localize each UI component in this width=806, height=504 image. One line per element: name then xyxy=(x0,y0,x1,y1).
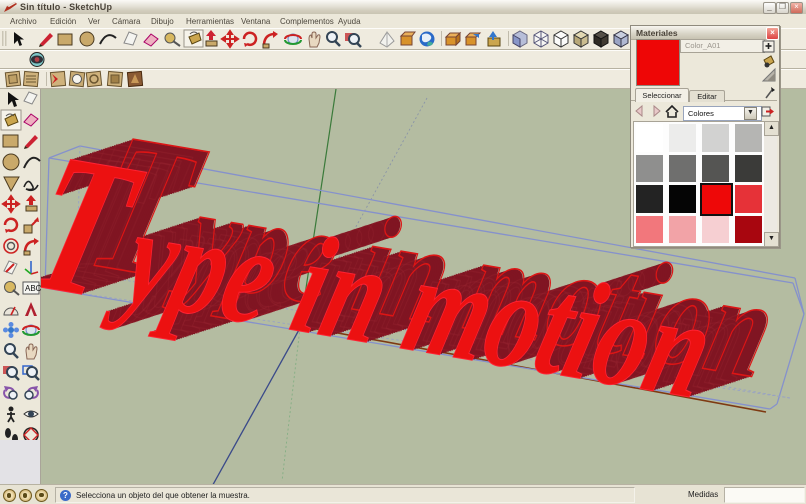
svg-text:ABC: ABC xyxy=(25,284,42,293)
